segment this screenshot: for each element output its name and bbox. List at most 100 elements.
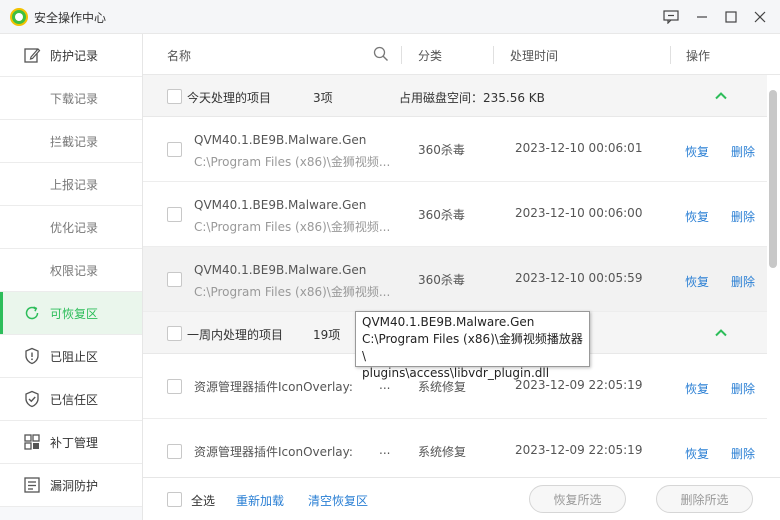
row-checkbox[interactable]	[167, 272, 182, 287]
tooltip-line: C:\Program Files (x86)\金狮视频播放器\	[362, 332, 583, 363]
sidebar-item-vulnerability-protection[interactable]: 漏洞防护	[0, 464, 142, 507]
tooltip-line: QVM40.1.BE9B.Malware.Gen	[362, 315, 535, 329]
row-checkbox[interactable]	[167, 142, 182, 157]
restore-selected-button[interactable]: 恢复所选	[529, 485, 626, 513]
row-ellipsis: ...	[379, 443, 391, 457]
collapse-chevron-icon[interactable]	[714, 326, 728, 340]
row-time: 2023-12-10 00:06:01	[515, 141, 643, 155]
window-title: 安全操作中心	[34, 11, 107, 25]
group-disk-usage: 占用磁盘空间：235.56 KB	[399, 91, 545, 105]
group-count: 3项	[313, 91, 333, 105]
maximize-icon[interactable]	[720, 6, 742, 28]
row-threat-name: QVM40.1.BE9B.Malware.Gen	[194, 263, 367, 277]
restore-link[interactable]: 恢复	[685, 380, 709, 397]
sidebar-item-download-records[interactable]: 下载记录	[0, 77, 142, 120]
clear-restore-area-link[interactable]: 清空恢复区	[308, 492, 368, 509]
row-time: 2023-12-10 00:06:00	[515, 206, 643, 220]
patch-grid-icon	[22, 432, 42, 452]
delete-selected-button[interactable]: 删除所选	[656, 485, 753, 513]
row-time: 2023-12-10 00:05:59	[515, 271, 643, 285]
sidebar-item-report-records[interactable]: 上报记录	[0, 163, 142, 206]
row-file-path: C:\Program Files (x86)\金狮视频...	[194, 155, 391, 169]
table-row[interactable]: QVM40.1.BE9B.Malware.Gen C:\Program File…	[143, 117, 767, 182]
sidebar-item-label: 下载记录	[50, 91, 99, 106]
search-icon[interactable]	[373, 46, 389, 65]
column-separator	[401, 46, 402, 64]
sidebar-item-blocked-area[interactable]: 已阻止区	[0, 335, 142, 378]
title-bar: 安全操作中心	[0, 0, 780, 34]
sidebar-item-label: 上报记录	[50, 177, 99, 192]
record-list: 今天处理的项目 3项 占用磁盘空间：235.56 KB QVM40.1.BE9B…	[143, 75, 767, 477]
sidebar-item-label: 已阻止区	[50, 349, 99, 364]
restore-icon	[22, 303, 42, 323]
feedback-icon[interactable]	[660, 6, 682, 28]
delete-link[interactable]: 删除	[731, 445, 755, 462]
delete-link[interactable]: 删除	[731, 208, 755, 225]
scrollbar-thumb[interactable]	[769, 90, 777, 268]
minimize-icon[interactable]	[691, 6, 713, 28]
group-checkbox[interactable]	[167, 326, 182, 341]
sidebar-item-optimize-records[interactable]: 优化记录	[0, 206, 142, 249]
sidebar-item-label: 拦截记录	[50, 134, 99, 149]
group-checkbox[interactable]	[167, 89, 182, 104]
column-separator	[670, 46, 671, 64]
sidebar-item-intercept-records[interactable]: 拦截记录	[0, 120, 142, 163]
row-checkbox[interactable]	[167, 379, 182, 394]
sidebar-item-label: 补丁管理	[50, 435, 99, 450]
path-tooltip: QVM40.1.BE9B.Malware.Gen C:\Program File…	[355, 311, 590, 380]
sidebar-item-label: 防护记录	[50, 48, 99, 63]
select-all-label[interactable]: 全选	[191, 492, 215, 509]
restore-link[interactable]: 恢复	[685, 273, 709, 290]
sidebar-item-label: 可恢复区	[50, 306, 99, 321]
table-row[interactable]: QVM40.1.BE9B.Malware.Gen C:\Program File…	[143, 247, 767, 312]
blocked-shield-icon	[22, 346, 42, 366]
restore-link[interactable]: 恢复	[685, 445, 709, 462]
vertical-scrollbar[interactable]	[767, 75, 780, 477]
row-checkbox[interactable]	[167, 444, 182, 459]
header-name[interactable]: 名称	[167, 47, 191, 64]
edit-icon	[22, 45, 42, 65]
table-row[interactable]: QVM40.1.BE9B.Malware.Gen C:\Program File…	[143, 182, 767, 247]
header-category[interactable]: 分类	[418, 47, 442, 64]
row-category: 系统修复	[418, 445, 467, 459]
column-separator	[493, 46, 494, 64]
sidebar-item-label: 优化记录	[50, 220, 99, 235]
row-checkbox[interactable]	[167, 207, 182, 222]
row-category: 360杀毒	[418, 273, 465, 287]
app-logo-icon	[10, 8, 28, 26]
row-category: 360杀毒	[418, 143, 465, 157]
sidebar-item-protection-records[interactable]: 防护记录	[0, 34, 142, 77]
close-icon[interactable]	[749, 6, 771, 28]
row-item-name: 资源管理器插件IconOverlay:	[194, 445, 353, 459]
sidebar-item-label: 权限记录	[50, 263, 99, 278]
row-time: 2023-12-09 22:05:19	[515, 443, 643, 457]
group-count: 19项	[313, 328, 341, 342]
vulnerability-icon	[22, 475, 42, 495]
sidebar: 防护记录 下载记录 拦截记录 上报记录 优化记录 权限记录 可恢复区 已阻止区 …	[0, 34, 143, 520]
sidebar-item-restorable-area[interactable]: 可恢复区	[0, 292, 142, 335]
group-today[interactable]: 今天处理的项目 3项 占用磁盘空间：235.56 KB	[143, 75, 767, 117]
delete-link[interactable]: 删除	[731, 273, 755, 290]
header-time[interactable]: 处理时间	[510, 47, 558, 64]
restore-link[interactable]: 恢复	[685, 208, 709, 225]
row-threat-name: QVM40.1.BE9B.Malware.Gen	[194, 133, 367, 147]
collapse-chevron-icon[interactable]	[714, 89, 728, 103]
column-header: 名称 分类 处理时间 操作	[143, 34, 780, 75]
restore-link[interactable]: 恢复	[685, 143, 709, 160]
reload-link[interactable]: 重新加载	[236, 492, 284, 509]
select-all-checkbox[interactable]	[167, 492, 182, 507]
tooltip-line: plugins\access\libvdr_plugin.dll	[362, 366, 550, 380]
table-row[interactable]: 资源管理器插件IconOverlay: ... 系统修复 2023-12-09 …	[143, 419, 767, 477]
row-item-name: 资源管理器插件IconOverlay:	[194, 380, 353, 394]
row-file-path: C:\Program Files (x86)\金狮视频...	[194, 285, 391, 299]
delete-link[interactable]: 删除	[731, 143, 755, 160]
sidebar-item-patch-management[interactable]: 补丁管理	[0, 421, 142, 464]
sidebar-item-permission-records[interactable]: 权限记录	[0, 249, 142, 292]
sidebar-item-label: 已信任区	[50, 392, 99, 407]
trusted-shield-icon	[22, 389, 42, 409]
row-category: 360杀毒	[418, 208, 465, 222]
sidebar-item-trusted-area[interactable]: 已信任区	[0, 378, 142, 421]
delete-link[interactable]: 删除	[731, 380, 755, 397]
header-action: 操作	[686, 49, 711, 63]
footer-toolbar: 全选 重新加载 清空恢复区 恢复所选 删除所选	[143, 477, 780, 520]
